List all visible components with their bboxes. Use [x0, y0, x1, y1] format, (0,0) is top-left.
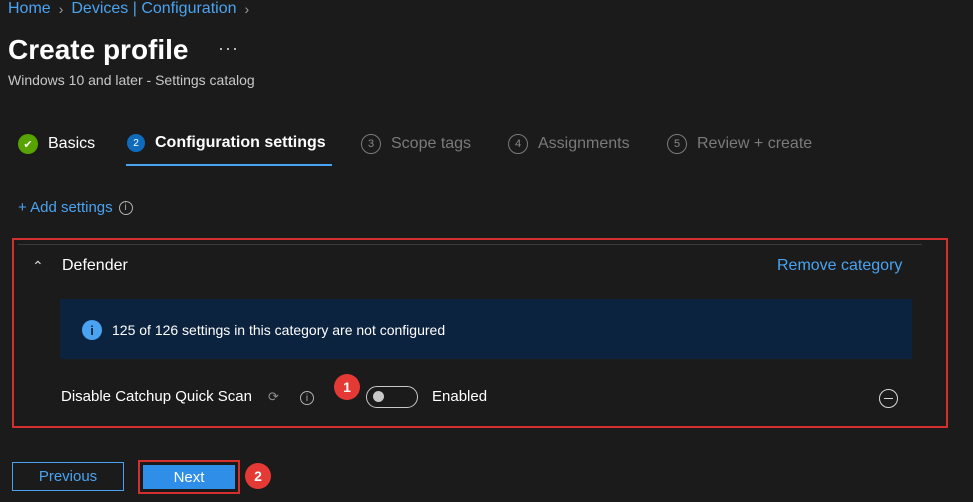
step-number-icon: 3	[361, 134, 381, 154]
step-basics[interactable]: ✔ Basics	[18, 134, 95, 154]
more-options-button[interactable]: ···	[218, 38, 239, 59]
step-number-icon: 4	[508, 134, 528, 154]
add-settings-label: + Add settings	[18, 199, 113, 216]
checkmark-icon: ✔	[18, 134, 38, 154]
chevron-right-icon: ›	[244, 1, 250, 17]
breadcrumb: Home › Devices | Configuration ›	[8, 0, 249, 18]
active-step-indicator	[126, 164, 332, 166]
previous-button[interactable]: Previous	[12, 462, 124, 491]
info-icon[interactable]: i	[118, 200, 133, 215]
next-button[interactable]: Next	[143, 465, 235, 489]
step-label: Configuration settings	[155, 134, 326, 151]
step-badge-2: 2	[245, 463, 271, 489]
step-label: Scope tags	[391, 135, 472, 152]
breadcrumb-home-link[interactable]: Home	[8, 0, 51, 18]
chevron-right-icon: ›	[58, 1, 64, 17]
step-label: Assignments	[538, 135, 630, 152]
step-label: Review + create	[697, 135, 813, 152]
step-scope-tags[interactable]: 3 Scope tags	[361, 134, 471, 154]
step-number-icon: 2	[127, 134, 145, 152]
step-badge-1: 1	[334, 374, 360, 400]
breadcrumb-devices-link[interactable]: Devices | Configuration	[71, 0, 236, 18]
step-configuration-settings[interactable]: 2 Configuration settings	[127, 134, 326, 152]
step-label: Basics	[48, 135, 96, 152]
page-subtitle: Windows 10 and later - Settings catalog	[8, 72, 255, 88]
step-assignments[interactable]: 4 Assignments	[508, 134, 630, 154]
page-title: Create profile	[8, 34, 189, 65]
step-number-icon: 5	[667, 134, 687, 154]
highlight-box	[12, 238, 948, 428]
step-review-create[interactable]: 5 Review + create	[667, 134, 812, 154]
add-settings-link[interactable]: + Add settings i	[18, 199, 133, 216]
